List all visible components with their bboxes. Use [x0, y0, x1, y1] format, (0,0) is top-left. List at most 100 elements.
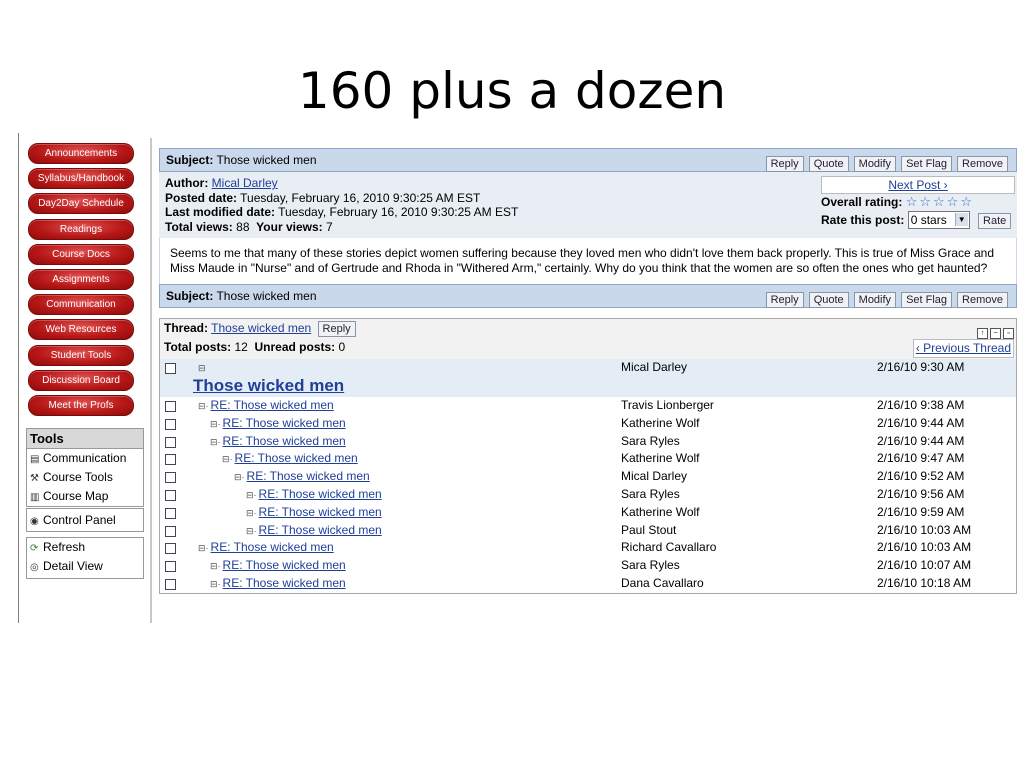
- total-views-label: Total views:: [165, 219, 233, 234]
- collapse-tree-icon[interactable]: ⊟·: [210, 579, 221, 589]
- row-checkbox[interactable]: [165, 454, 176, 466]
- collapse-tree-icon[interactable]: ⊟·: [246, 526, 257, 536]
- nav-communication[interactable]: Communication: [28, 294, 134, 316]
- total-posts-label: Total posts:: [164, 340, 232, 354]
- collapse-tree-icon[interactable]: ⊟·: [210, 561, 221, 571]
- reply-date: 2/16/10 10:07 AM: [877, 558, 972, 573]
- reply-button-bottom[interactable]: Reply: [765, 292, 804, 308]
- unread-posts: 0: [338, 340, 346, 354]
- nav-discussion-board[interactable]: Discussion Board: [28, 369, 134, 391]
- detail-view-label: Detail View: [43, 559, 103, 573]
- thread-panel: Thread: Those wicked men Reply Total pos…: [159, 318, 1017, 594]
- nav-readings[interactable]: Readings: [28, 218, 134, 240]
- rate-button[interactable]: Rate: [978, 212, 1012, 229]
- rate-select-value: 0 stars: [910, 212, 947, 227]
- author-link[interactable]: Mical Darley: [212, 176, 278, 190]
- reply-title-link[interactable]: RE: Those wicked men: [259, 487, 382, 501]
- reply-title-link[interactable]: RE: Those wicked men: [223, 416, 346, 430]
- row-checkbox[interactable]: [165, 507, 176, 519]
- course-menu: Announcements Syllabus/Handbook Day2Day …: [28, 143, 134, 420]
- row-checkbox[interactable]: [165, 543, 176, 555]
- nav-course-docs[interactable]: Course Docs: [28, 243, 134, 265]
- reply-author: Sara Ryles: [621, 486, 680, 501]
- row-checkbox[interactable]: [165, 489, 176, 501]
- reply-title-link[interactable]: RE: Those wicked men: [223, 434, 346, 448]
- collapse-tree-icon[interactable]: ⊟·: [198, 543, 209, 553]
- row-checkbox[interactable]: [165, 401, 176, 412]
- remove-button-bottom[interactable]: Remove: [957, 292, 1008, 308]
- collapse-icon[interactable]: −: [990, 328, 1001, 339]
- row-checkbox[interactable]: [165, 525, 176, 537]
- row-checkbox[interactable]: [165, 561, 176, 573]
- rate-select[interactable]: 0 stars ▼: [907, 210, 970, 229]
- map-icon: ▥: [30, 492, 40, 503]
- previous-thread-link[interactable]: ‹ Previous Thread: [916, 341, 1011, 355]
- row-checkbox[interactable]: [165, 436, 176, 448]
- detail-view-link[interactable]: ◎ Detail View: [27, 557, 143, 576]
- quote-button[interactable]: Quote: [808, 156, 849, 172]
- reply-title-link[interactable]: RE: Those wicked men: [247, 469, 370, 483]
- tools-course-tools-label: Course Tools: [43, 470, 113, 484]
- modify-button[interactable]: Modify: [853, 156, 897, 172]
- root-post-title[interactable]: Those wicked men: [193, 377, 344, 395]
- set-flag-button[interactable]: Set Flag: [901, 156, 953, 172]
- modify-button-bottom[interactable]: Modify: [853, 292, 897, 308]
- reply-date: 2/16/10 10:03 AM: [877, 522, 972, 537]
- collapse-tree-icon[interactable]: ⊟·: [210, 419, 221, 429]
- nav-announcements[interactable]: Announcements: [28, 143, 134, 164]
- post-subject-bar: Subject: Those wicked men Reply Quote Modi…: [159, 148, 1017, 172]
- collapse-tree-icon[interactable]: ⊟: [198, 359, 208, 378]
- row-checkbox[interactable]: [165, 472, 176, 484]
- collapse-tree-icon[interactable]: ⊟·: [222, 454, 233, 464]
- collapse-tree-icon[interactable]: ⊟·: [234, 472, 245, 482]
- tools-communication[interactable]: ▤ Communication: [27, 449, 143, 468]
- next-post-link[interactable]: Next Post ›: [888, 178, 947, 192]
- collapse-tree-icon[interactable]: ⊟·: [246, 490, 257, 500]
- arrow-up-icon[interactable]: ↑: [977, 328, 988, 339]
- detail-view-icon: ◎: [30, 562, 39, 573]
- table-row: ⊟· RE: Those wicked men Paul Stout 2/16/10 …: [160, 522, 1016, 540]
- unread-label: Unread posts:: [254, 340, 336, 354]
- row-checkbox[interactable]: [165, 418, 176, 430]
- reply-title-link[interactable]: RE: Those wicked men: [211, 398, 334, 412]
- collapse-tree-icon[interactable]: ⊟·: [198, 401, 209, 411]
- refresh-icon: ⟳: [30, 543, 39, 554]
- reply-button[interactable]: Reply: [765, 156, 804, 172]
- rate-label: Rate this post:: [821, 212, 905, 227]
- total-views: 88: [236, 219, 250, 234]
- reply-author: Travis Lionberger: [621, 398, 714, 412]
- set-flag-button-bottom[interactable]: Set Flag: [901, 292, 953, 308]
- reply-author: Richard Cavallaro: [621, 540, 717, 555]
- reply-title-link[interactable]: RE: Those wicked men: [235, 451, 358, 465]
- nav-meet-the-profs[interactable]: Meet the Profs: [28, 394, 134, 416]
- reply-title-link[interactable]: RE: Those wicked men: [223, 558, 346, 572]
- tools-course-tools[interactable]: ⚒ Course Tools: [27, 468, 143, 487]
- reply-title-link[interactable]: RE: Those wicked men: [259, 523, 382, 537]
- frame-left-border: [18, 133, 19, 623]
- nav-assignments[interactable]: Assignments: [28, 268, 134, 290]
- thread-reply-button[interactable]: Reply: [317, 321, 356, 337]
- thread-link[interactable]: Those wicked men: [211, 321, 311, 335]
- reply-title-link[interactable]: RE: Those wicked men: [211, 540, 334, 554]
- control-panel-label: Control Panel: [43, 513, 116, 527]
- expand-icon[interactable]: ▫: [1003, 328, 1014, 339]
- tools-course-map[interactable]: ▥ Course Map: [27, 487, 143, 506]
- quote-button-bottom[interactable]: Quote: [808, 292, 849, 308]
- nav-student-tools[interactable]: Student Tools: [28, 344, 134, 366]
- row-checkbox[interactable]: [165, 363, 176, 374]
- reply-date: 2/16/10 9:44 AM: [877, 433, 965, 448]
- reply-author: Katherine Wolf: [621, 451, 700, 466]
- remove-button[interactable]: Remove: [957, 156, 1008, 172]
- thread-header: Thread: Those wicked men Reply Total pos…: [160, 319, 1016, 359]
- reply-title-link[interactable]: RE: Those wicked men: [259, 505, 382, 519]
- control-panel-link[interactable]: ◉ Control Panel: [27, 509, 143, 531]
- nav-syllabus-handbook[interactable]: Syllabus/Handbook: [28, 168, 134, 190]
- nav-web-resources[interactable]: Web Resources: [28, 319, 134, 341]
- reply-title-link[interactable]: RE: Those wicked men: [223, 576, 346, 590]
- nav-day2day-schedule[interactable]: Day2Day Schedule: [28, 193, 134, 215]
- row-checkbox[interactable]: [165, 578, 176, 590]
- table-row: ⊟· RE: Those wicked men Richard Cavallaro 2…: [160, 539, 1016, 557]
- refresh-link[interactable]: ⟳ Refresh: [27, 538, 143, 557]
- collapse-tree-icon[interactable]: ⊟·: [246, 508, 257, 518]
- collapse-tree-icon[interactable]: ⊟·: [210, 437, 221, 447]
